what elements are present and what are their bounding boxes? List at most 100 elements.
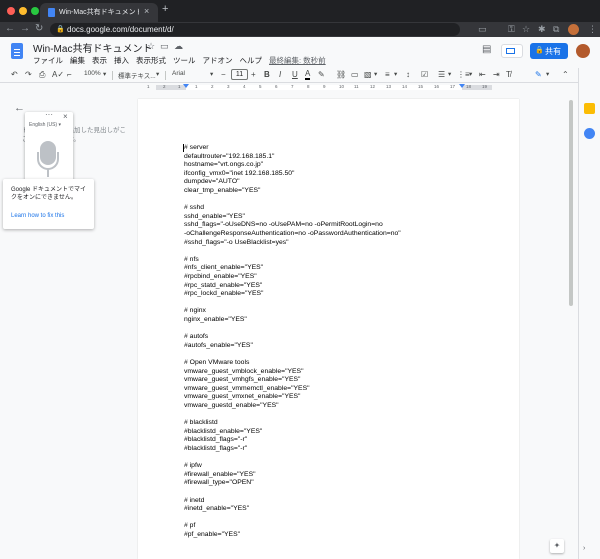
- document-line[interactable]: # autofs: [184, 333, 208, 341]
- document-line[interactable]: vmware_guest_vmblock_enable="YES": [184, 368, 304, 376]
- document-line[interactable]: #nfs_client_enable="YES": [184, 264, 263, 272]
- comment-history-icon[interactable]: ▤: [482, 44, 491, 55]
- increase-indent-icon[interactable]: ⇥: [493, 70, 500, 79]
- insert-link-icon[interactable]: ⛓: [336, 70, 346, 79]
- document-line[interactable]: # pf: [184, 522, 195, 530]
- document-line[interactable]: #firewall_enable="YES": [184, 471, 256, 479]
- editing-mode-icon[interactable]: ✎: [535, 70, 542, 79]
- document-page[interactable]: # server defaultrouter="192.168.185.1" hos…: [138, 99, 519, 559]
- account-avatar[interactable]: [576, 44, 590, 58]
- document-line[interactable]: #blacklistd_flags="-r": [184, 436, 247, 444]
- fix-microphone-link[interactable]: Learn how to fix this: [11, 213, 64, 219]
- explore-button[interactable]: ✦: [550, 539, 564, 553]
- document-line[interactable]: # sshd: [184, 204, 204, 212]
- font-select[interactable]: Arial: [172, 70, 185, 77]
- document-line[interactable]: #firewall_type="OPEN": [184, 479, 254, 487]
- right-indent-marker[interactable]: [459, 84, 465, 88]
- document-line[interactable]: # server: [184, 144, 209, 152]
- text-color-button[interactable]: A: [305, 70, 311, 80]
- extensions-puzzle-icon[interactable]: ⧉: [553, 24, 559, 35]
- menu-format[interactable]: 表示形式: [136, 56, 166, 65]
- document-line[interactable]: defaultrouter="192.168.185.1": [184, 153, 274, 161]
- share-button[interactable]: 🔒 共有: [530, 43, 568, 59]
- last-edit-link[interactable]: 最終編集: 数秒前: [269, 56, 326, 65]
- document-line[interactable]: ifconfig_vmx0="inet 192.168.185.50": [184, 170, 294, 178]
- italic-button[interactable]: I: [279, 70, 281, 79]
- document-line[interactable]: # inetd: [184, 497, 204, 505]
- document-line[interactable]: hostname="vrt.ongs.co.jp": [184, 161, 263, 169]
- line-spacing-icon[interactable]: ↕: [406, 70, 410, 79]
- decrease-indent-icon[interactable]: ⇤: [479, 70, 486, 79]
- document-line[interactable]: vmware_guestd_enable="YES": [184, 402, 279, 410]
- document-line[interactable]: nginx_enable="YES": [184, 316, 247, 324]
- paint-format-icon[interactable]: ⌐: [67, 70, 72, 79]
- menu-insert[interactable]: 挿入: [114, 56, 129, 65]
- document-line[interactable]: vmware_guest_vmxnet_enable="YES": [184, 393, 300, 401]
- underline-button[interactable]: U: [292, 70, 298, 79]
- spellcheck-icon[interactable]: A✓: [52, 70, 64, 79]
- move-folder-icon[interactable]: ▭: [160, 41, 169, 52]
- left-indent-marker[interactable]: [183, 84, 189, 88]
- document-line[interactable]: #pf_enable="YES": [184, 531, 240, 539]
- side-panel-expand-icon[interactable]: ›: [583, 545, 585, 552]
- bulleted-list-icon[interactable]: ☰: [438, 70, 445, 79]
- document-line[interactable]: sshd_enable="YES": [184, 213, 245, 221]
- outline-back-icon[interactable]: ←: [14, 102, 25, 114]
- document-line[interactable]: #blacklistd_enable="YES": [184, 428, 262, 436]
- close-window-button[interactable]: [7, 7, 15, 15]
- document-line[interactable]: -oChallengeResponseAuthentication=no -oP…: [184, 230, 401, 238]
- reload-icon[interactable]: ↻: [35, 23, 43, 34]
- key-icon[interactable]: ⚿: [508, 24, 515, 35]
- document-line[interactable]: #autofs_enable="YES": [184, 342, 253, 350]
- url-field[interactable]: 🔒 docs.google.com/document/d/: [50, 23, 460, 36]
- menu-view[interactable]: 表示: [92, 56, 107, 65]
- vertical-scrollbar[interactable]: [569, 100, 573, 306]
- document-line[interactable]: dumpdev="AUTO": [184, 178, 240, 186]
- document-title[interactable]: Win-Mac共有ドキュメント: [33, 40, 152, 55]
- menu-help[interactable]: ヘルプ: [240, 56, 263, 65]
- back-icon[interactable]: ←: [5, 23, 15, 34]
- document-line[interactable]: vmware_guest_vmhgfs_enable="YES": [184, 376, 300, 384]
- new-tab-button[interactable]: +: [162, 3, 168, 15]
- bookmark-star-icon[interactable]: ☆: [522, 24, 530, 35]
- checklist-icon[interactable]: ☑: [421, 70, 428, 79]
- document-line[interactable]: # nfs: [184, 256, 199, 264]
- font-size-input[interactable]: 11: [231, 69, 248, 80]
- cast-icon[interactable]: ▭: [478, 24, 487, 35]
- insert-comment-icon[interactable]: ▭: [351, 70, 359, 79]
- minimize-window-button[interactable]: [19, 7, 27, 15]
- zoom-window-button[interactable]: [31, 7, 39, 15]
- highlight-color-icon[interactable]: ✎: [318, 70, 325, 79]
- voice-close-icon[interactable]: ×: [63, 112, 68, 121]
- zoom-select[interactable]: 100%: [84, 70, 101, 77]
- clear-formatting-icon[interactable]: T̸: [506, 70, 511, 79]
- menu-file[interactable]: ファイル: [33, 56, 63, 65]
- numbered-list-icon[interactable]: ⋮≡: [457, 70, 470, 79]
- insert-image-icon[interactable]: ▧: [364, 70, 372, 79]
- collapse-menus-icon[interactable]: ⌃: [562, 70, 569, 79]
- voice-language-select[interactable]: English (US) ▾: [29, 122, 61, 128]
- document-line[interactable]: sshd_flags="-oUseDNS=no -oUsePAM=no -oPe…: [184, 221, 383, 229]
- docs-logo-icon[interactable]: [11, 43, 23, 59]
- document-line[interactable]: #inetd_enable="YES": [184, 505, 249, 513]
- document-line[interactable]: #blacklistd_flags="-r": [184, 445, 247, 453]
- increase-font-size-icon[interactable]: +: [251, 70, 256, 79]
- document-line[interactable]: # ipfw: [184, 462, 202, 470]
- print-icon[interactable]: ⎙: [39, 70, 45, 80]
- star-icon[interactable]: ☆: [147, 41, 155, 52]
- browser-tab[interactable]: Win-Mac共有ドキュメント - Goo ×: [40, 3, 158, 22]
- document-line[interactable]: # Open VMware tools: [184, 359, 249, 367]
- document-line[interactable]: #rpcbind_enable="YES": [184, 273, 257, 281]
- document-line[interactable]: #rpc_statd_enable="YES": [184, 282, 262, 290]
- undo-icon[interactable]: ↶: [11, 70, 18, 79]
- style-select[interactable]: 標準テキス...: [118, 70, 156, 80]
- forward-icon[interactable]: →: [20, 23, 30, 34]
- document-line[interactable]: # nginx: [184, 307, 206, 315]
- document-line[interactable]: clear_tmp_enable="YES": [184, 187, 260, 195]
- keep-icon[interactable]: [584, 103, 595, 114]
- document-line[interactable]: # blacklistd: [184, 419, 218, 427]
- present-button[interactable]: [501, 44, 523, 58]
- browser-profile-avatar[interactable]: [568, 24, 579, 35]
- voice-drag-handle-icon[interactable]: ···: [45, 110, 53, 119]
- menu-edit[interactable]: 編集: [70, 56, 85, 65]
